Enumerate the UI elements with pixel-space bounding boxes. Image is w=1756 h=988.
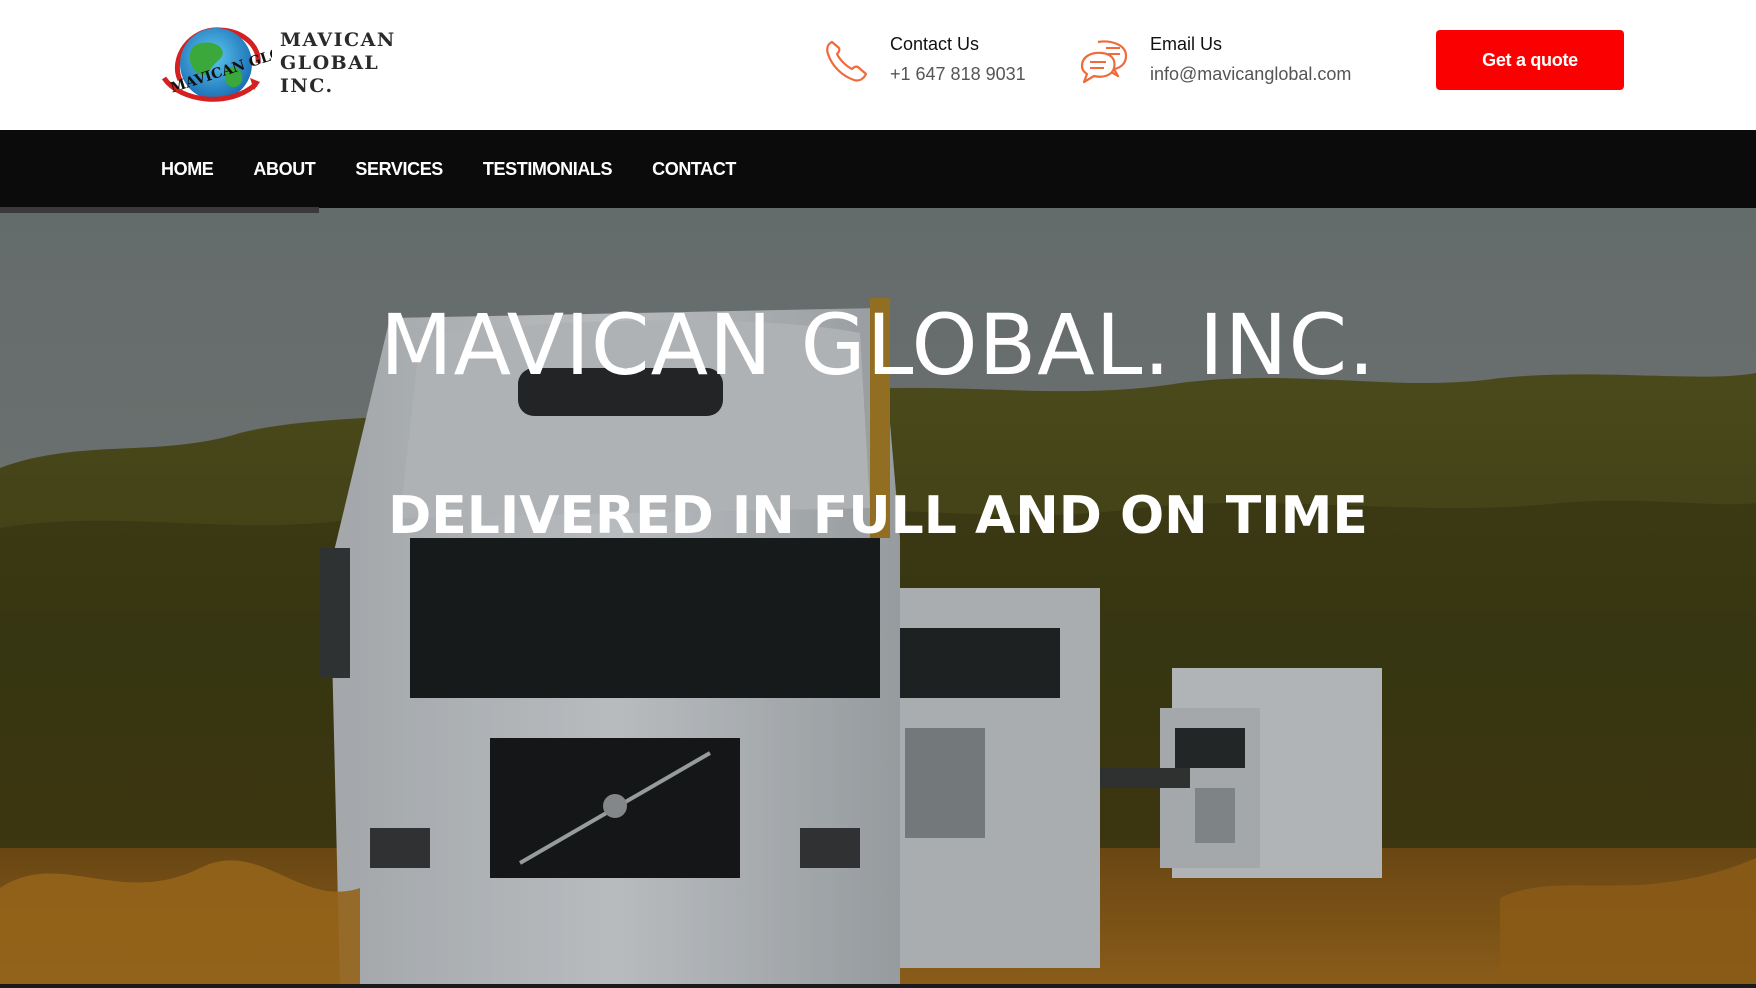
main-nav: HOME ABOUT SERVICES TESTIMONIALS CONTACT [0,130,1756,208]
contact-phone-number[interactable]: +1 647 818 9031 [890,61,1026,87]
top-header: MAVICAN GLOBAL MAVICAN GLOBAL INC. Conta… [0,0,1756,130]
nav-item-home[interactable]: HOME [161,159,213,180]
contact-email[interactable]: Email Us info@mavicanglobal.com [1076,32,1351,87]
chat-bubbles-icon [1076,36,1130,84]
contact-phone[interactable]: Contact Us +1 647 818 9031 [822,32,1026,87]
logo-line-2: INC. [280,75,480,98]
phone-icon [822,36,870,84]
hero-subtitle: DELIVERED IN FULL AND ON TIME [378,490,1378,543]
hero-title: MAVICAN GLOBAL. INC. [278,302,1478,388]
nav-item-testimonials[interactable]: TESTIMONIALS [483,159,612,180]
nav-item-services[interactable]: SERVICES [355,159,443,180]
nav-item-about[interactable]: ABOUT [253,159,315,180]
get-a-quote-button[interactable]: Get a quote [1436,30,1624,90]
logo-wordmark: MAVICAN GLOBAL INC. [280,29,480,98]
logo-line-1: MAVICAN GLOBAL [280,29,480,75]
contact-phone-title: Contact Us [890,32,1026,56]
nav-item-contact[interactable]: CONTACT [652,159,736,180]
contact-email-address[interactable]: info@mavicanglobal.com [1150,61,1351,87]
contact-email-title: Email Us [1150,32,1351,56]
nav-list: HOME ABOUT SERVICES TESTIMONIALS CONTACT [161,130,776,208]
site-logo[interactable]: MAVICAN GLOBAL MAVICAN GLOBAL INC. [160,18,480,108]
hero-bottom-edge [0,984,1756,988]
globe-logo-icon: MAVICAN GLOBAL [160,18,272,108]
nav-active-indicator [0,207,319,213]
